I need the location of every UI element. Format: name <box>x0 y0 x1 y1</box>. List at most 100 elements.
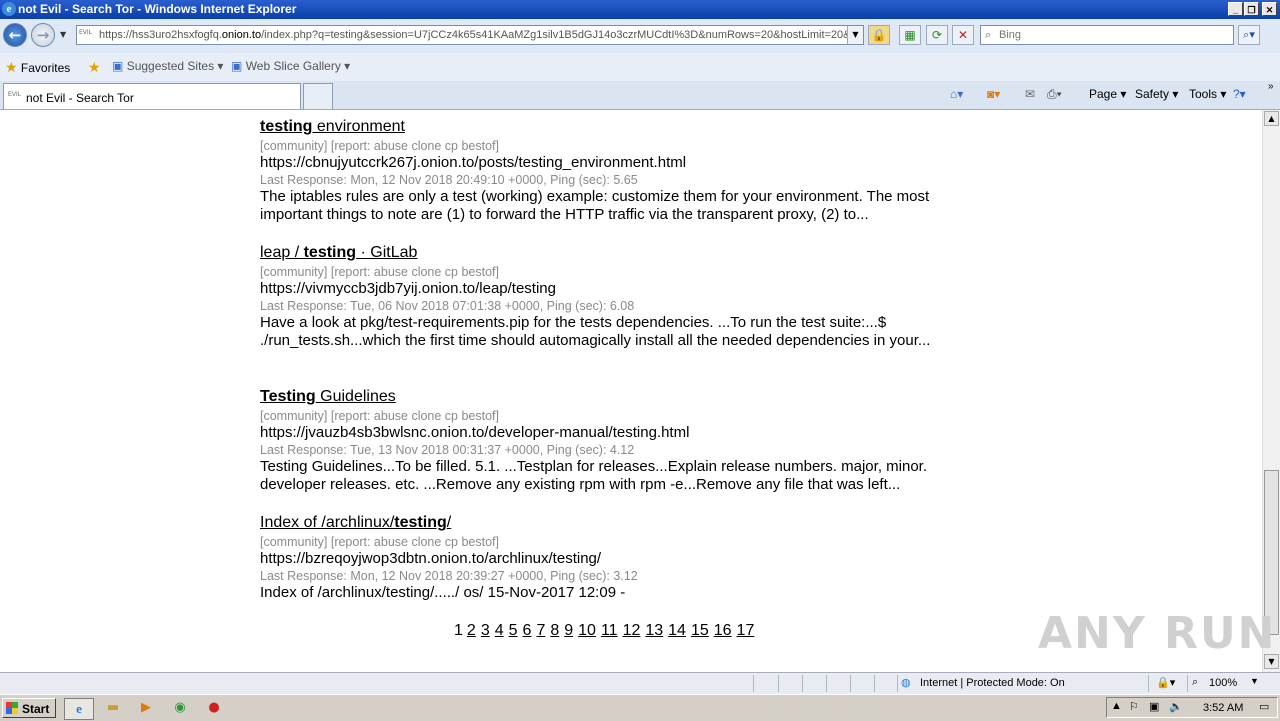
result-url: https://vivmyccb3jdb7yij.onion.to/leap/t… <box>260 280 556 297</box>
bing-search-icon: ⌕ <box>985 28 992 41</box>
pagination-page-link[interactable]: 8 <box>550 622 559 640</box>
tools-menu[interactable]: Tools ▾ <box>1189 87 1226 101</box>
close-window-button[interactable]: ✕ <box>1262 2 1277 16</box>
show-desktop-icon[interactable]: ▭ <box>1259 700 1269 713</box>
scroll-up-arrow[interactable]: ▲ <box>1264 111 1279 126</box>
forward-button[interactable]: → <box>31 23 55 47</box>
tab-favicon: EVIL <box>8 92 22 98</box>
result-last-response: Last Response: Mon, 12 Nov 2018 20:39:27… <box>260 569 638 583</box>
tab-not-evil[interactable]: EVIL not Evil - Search Tor <box>3 83 301 109</box>
address-bar[interactable]: EVIL https://hss3uro2hsxfogfq.onion.to/i… <box>76 25 864 45</box>
favorites-button[interactable]: ★ Favorites <box>5 59 70 76</box>
pagination-page-link[interactable]: 5 <box>509 622 518 640</box>
suggested-sites-link[interactable]: ▣ Suggested Sites ▾ <box>112 59 223 73</box>
taskbar: Start e ▬ ▶ ◉ ● ▲ ⚐ ▣ 🔈 3:52 AM ▭ <box>0 694 1280 721</box>
back-button[interactable]: ← <box>3 23 27 47</box>
volume-icon[interactable]: 🔈 <box>1169 700 1183 713</box>
zoom-icon[interactable]: ⌕ <box>1192 676 1198 689</box>
network-icon[interactable]: ▣ <box>1149 700 1159 713</box>
internet-zone-icon: ◍ <box>901 677 911 689</box>
result-snippet: The iptables rules are only a test (work… <box>260 188 930 223</box>
address-url[interactable]: https://hss3uro2hsxfogfq.onion.to/index.… <box>99 29 847 41</box>
result-last-response: Last Response: Tue, 06 Nov 2018 07:01:38… <box>260 299 635 313</box>
clock[interactable]: 3:52 AM <box>1203 702 1243 714</box>
anyrun-watermark: ANY RUN <box>1038 608 1277 659</box>
opera-icon[interactable]: ● <box>202 698 226 718</box>
pagination-page-link[interactable]: 16 <box>714 622 732 640</box>
result-snippet: Testing Guidelines...To be filled. 5.1. … <box>260 458 928 493</box>
ie-page-icon: ▣ <box>112 59 124 73</box>
pagination-page-link[interactable]: 9 <box>564 622 573 640</box>
system-tray: ▲ ⚐ ▣ 🔈 3:52 AM ▭ <box>1106 697 1278 718</box>
result-last-response: Last Response: Mon, 12 Nov 2018 20:49:10… <box>260 173 638 187</box>
vertical-scrollbar[interactable]: ▲ ▼ <box>1262 110 1280 672</box>
search-result: Index of /archlinux/testing/ [community]… <box>260 514 980 602</box>
refresh-icon[interactable]: ⟳ <box>926 25 948 45</box>
result-url: https://bzreqoyjwop3dbtn.onion.to/archli… <box>260 550 602 567</box>
result-title-link[interactable]: leap / testing · GitLab <box>260 244 980 262</box>
window-title-bar: e not Evil - Search Tor - Windows Intern… <box>0 0 1280 19</box>
pagination-page-link[interactable]: 6 <box>523 622 532 640</box>
status-bar: ◍ Internet | Protected Mode: On 🔒▾ ⌕ 100… <box>0 672 1280 695</box>
pagination-page-link[interactable]: 17 <box>737 622 755 640</box>
explorer-folder-icon[interactable]: ▬ <box>101 698 125 718</box>
search-button[interactable]: ⌕▾ <box>1238 25 1260 45</box>
web-slice-gallery-link[interactable]: ▣ Web Slice Gallery ▾ <box>231 59 350 73</box>
result-last-response: Last Response: Tue, 13 Nov 2018 00:31:37… <box>260 443 635 457</box>
security-lock-icon[interactable]: 🔒 <box>868 25 890 45</box>
chrome-icon[interactable]: ◉ <box>168 698 192 718</box>
windows-logo-icon <box>6 702 18 714</box>
zoom-dropdown-icon[interactable]: ▼ <box>1250 676 1259 686</box>
print-icon[interactable]: ⎙▾ <box>1047 87 1062 102</box>
minimize-button[interactable]: _ <box>1228 2 1243 16</box>
add-to-favorites-icon[interactable]: ★ <box>88 59 101 76</box>
protected-mode-icon[interactable]: 🔒▾ <box>1156 676 1175 689</box>
safety-menu[interactable]: Safety ▾ <box>1135 87 1178 101</box>
pagination-page-link[interactable]: 13 <box>645 622 663 640</box>
result-meta-links[interactable]: [community] [report: abuse clone cp best… <box>260 408 980 424</box>
pagination-current-page: 1 <box>454 622 463 639</box>
search-result: testing environment [community] [report:… <box>260 118 980 224</box>
read-mail-icon[interactable]: ✉ <box>1025 87 1035 101</box>
home-icon[interactable]: ⌂▾ <box>950 87 963 101</box>
result-title-link[interactable]: Index of /archlinux/testing/ <box>260 514 980 532</box>
search-result: Testing Guidelines [community] [report: … <box>260 388 980 494</box>
stop-icon[interactable]: ✕ <box>952 25 974 45</box>
ie-taskbar-icon[interactable]: e <box>64 698 94 720</box>
pagination-page-link[interactable]: 7 <box>536 622 545 640</box>
address-dropdown-button[interactable]: ▼ <box>847 26 863 44</box>
result-url: https://cbnujyutccrk267j.onion.to/posts/… <box>260 154 687 171</box>
result-meta-links[interactable]: [community] [report: abuse clone cp best… <box>260 264 980 280</box>
restore-button[interactable]: ❐ <box>1244 2 1259 16</box>
media-player-icon[interactable]: ▶ <box>134 698 158 718</box>
search-input[interactable] <box>999 27 1229 43</box>
recent-pages-dropdown-icon[interactable]: ▼ <box>60 30 66 39</box>
zoom-level[interactable]: 100% <box>1209 677 1237 689</box>
pagination-page-link[interactable]: 2 <box>467 622 476 640</box>
new-tab-button[interactable] <box>303 83 333 109</box>
result-meta-links[interactable]: [community] [report: abuse clone cp best… <box>260 534 980 550</box>
pagination-page-link[interactable]: 4 <box>495 622 504 640</box>
pagination: 1 2 3 4 5 6 7 8 9 10 11 12 13 14 15 16 17 <box>454 622 763 640</box>
compatibility-view-icon[interactable]: ▦ <box>899 25 921 45</box>
pagination-page-link[interactable]: 10 <box>578 622 596 640</box>
action-center-flag-icon[interactable]: ⚐ <box>1129 700 1139 713</box>
pagination-page-link[interactable]: 14 <box>668 622 686 640</box>
window-title: not Evil - Search Tor - Windows Internet… <box>18 2 297 16</box>
result-title-link[interactable]: testing environment <box>260 118 980 136</box>
tray-expand-icon[interactable]: ▲ <box>1111 700 1122 712</box>
expand-chevron-icon[interactable]: » <box>1268 81 1274 92</box>
pagination-page-link[interactable]: 11 <box>601 622 618 640</box>
pagination-page-link[interactable]: 12 <box>623 622 641 640</box>
help-icon[interactable]: ?▾ <box>1233 87 1246 101</box>
security-zone-text[interactable]: Internet | Protected Mode: On <box>920 677 1065 689</box>
pagination-page-link[interactable]: 15 <box>691 622 709 640</box>
search-box[interactable]: ⌕ <box>980 25 1234 45</box>
feeds-icon[interactable]: ◙▾ <box>987 87 1000 101</box>
pagination-page-link[interactable]: 3 <box>481 622 490 640</box>
start-button[interactable]: Start <box>2 698 56 718</box>
page-content: testing environment [community] [report:… <box>0 110 1262 672</box>
result-title-link[interactable]: Testing Guidelines <box>260 388 980 406</box>
result-meta-links[interactable]: [community] [report: abuse clone cp best… <box>260 138 980 154</box>
page-menu[interactable]: Page ▾ <box>1089 87 1126 101</box>
